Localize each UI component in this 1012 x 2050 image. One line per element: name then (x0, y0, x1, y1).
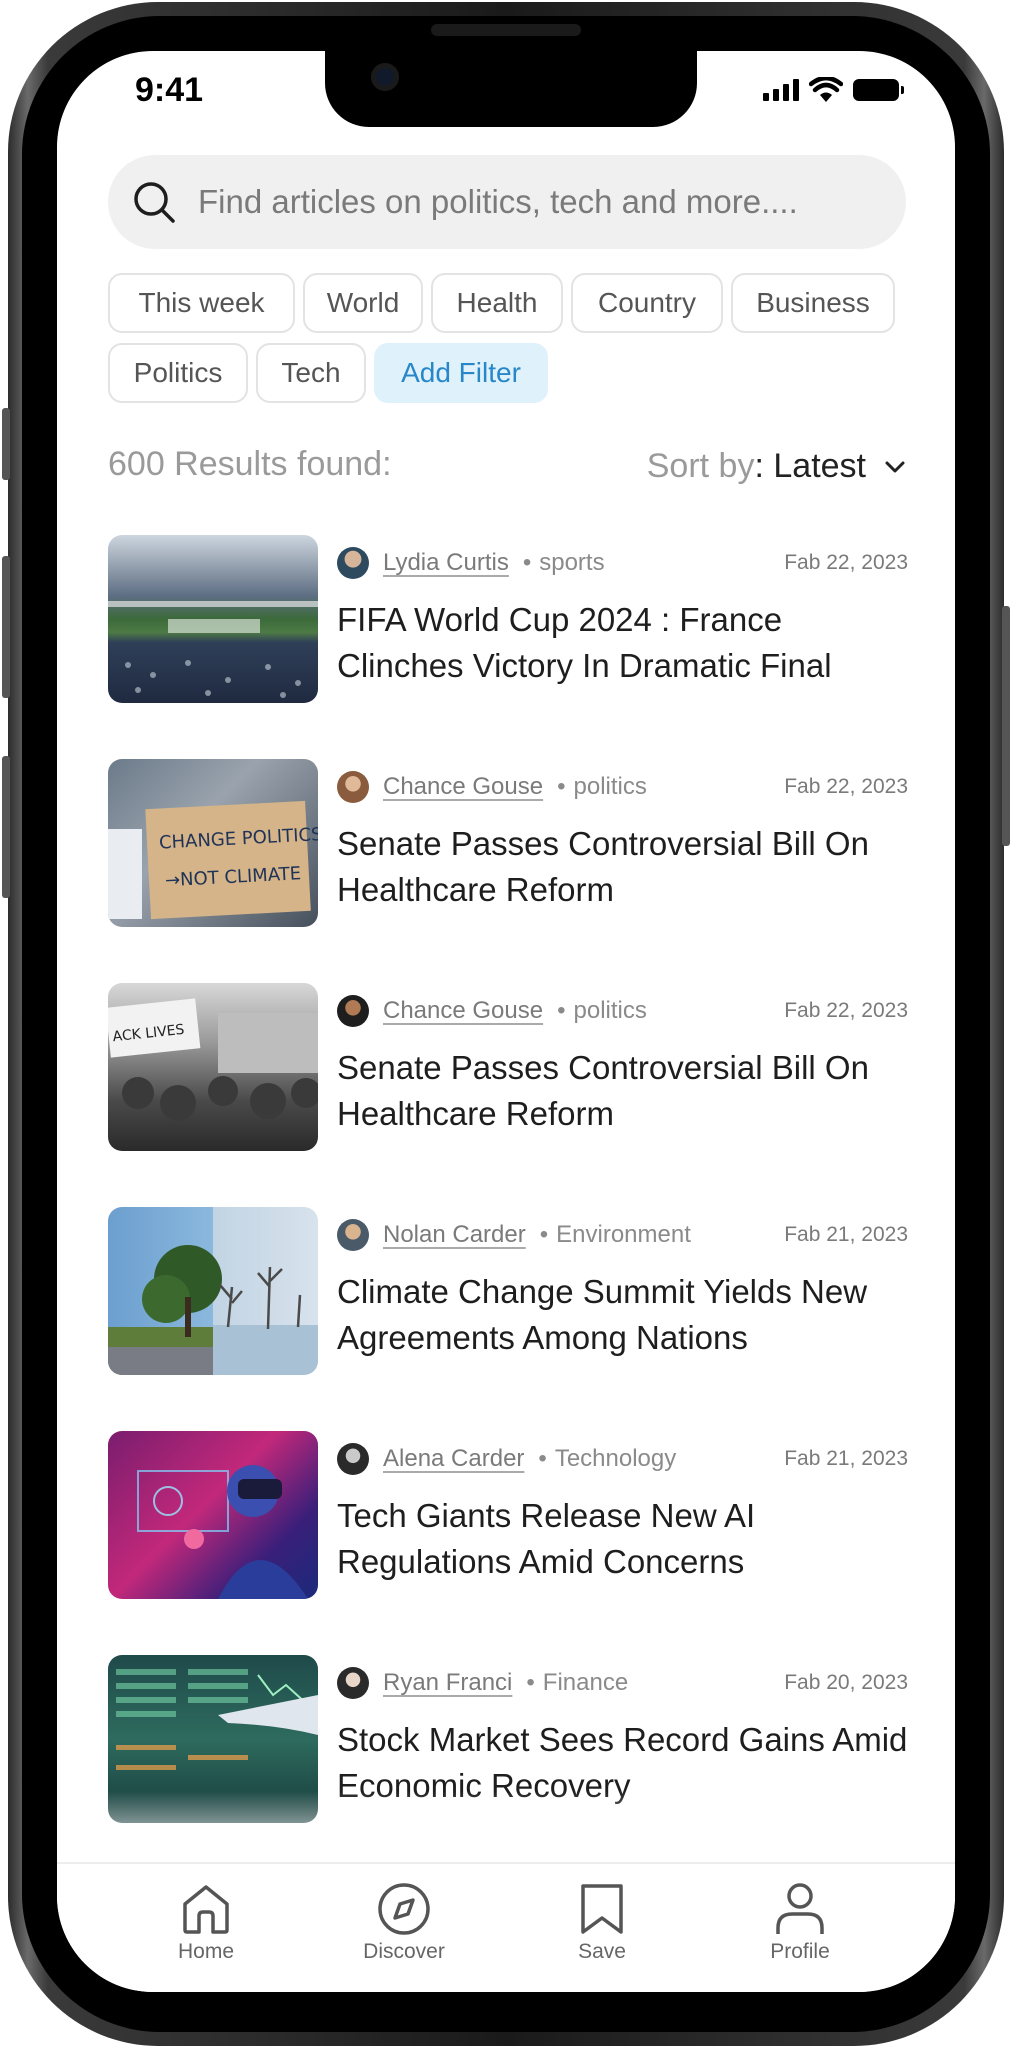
author-link[interactable]: Ryan Franci (383, 1669, 512, 1697)
separator-dot: • (526, 1669, 535, 1696)
filter-chip-this-week[interactable]: This week (108, 273, 295, 333)
article-meta: Nolan Carder • Environment Fab 21, 2023 (337, 1215, 908, 1255)
tab-profile[interactable]: Profile (735, 1882, 865, 1964)
tab-label-profile: Profile (770, 1940, 830, 1963)
tab-discover[interactable]: Discover (339, 1882, 469, 1964)
notch (325, 51, 697, 127)
article-meta: Chance Gouse • politics Fab 22, 2023 (337, 767, 908, 807)
article-card[interactable]: Alena Carder • Technology Fab 21, 2023 T… (108, 1431, 908, 1599)
article-date: Fab 21, 2023 (784, 1447, 908, 1470)
article-card[interactable]: CHANGE POLITICS →NOT CLIMATE Chance Gous… (108, 759, 908, 927)
separator-dot: • (522, 549, 532, 576)
article-thumbnail-protest-sign[interactable]: CHANGE POLITICS →NOT CLIMATE (108, 759, 318, 927)
chevron-down-icon (885, 461, 905, 472)
article-date: Fab 20, 2023 (784, 1671, 908, 1694)
article-card[interactable]: Nolan Carder • Environment Fab 21, 2023 … (108, 1207, 908, 1375)
cellular-signal-icon (763, 79, 799, 101)
speaker-grille (431, 24, 581, 36)
article-date: Fab 22, 2023 (784, 999, 908, 1022)
article-category: Environment (556, 1221, 691, 1248)
article-card[interactable]: Lydia Curtis • sports Fab 22, 2023 FIFA … (108, 535, 908, 703)
article-meta: Lydia Curtis • sports Fab 22, 2023 (337, 543, 908, 583)
home-icon (183, 1885, 229, 1934)
author-link[interactable]: Chance Gouse (383, 997, 543, 1025)
article-card[interactable]: ACK LIVES Chance Gouse • politics Fab 22… (108, 983, 908, 1151)
tab-label-discover: Discover (363, 1940, 445, 1963)
author-link[interactable]: Alena Carder (383, 1445, 524, 1473)
filter-chip-business[interactable]: Business (731, 273, 895, 333)
author-avatar[interactable] (337, 1443, 369, 1475)
article-title[interactable]: Senate Passes Controversial Bill On Heal… (337, 821, 908, 913)
sort-value: Latest (773, 447, 866, 485)
bottom-tab-bar: Home Discover Save Profile (57, 1862, 955, 1992)
status-time: 9:41 (135, 71, 204, 109)
sort-label: Sort by (646, 447, 755, 485)
screen: 9:41 Find articles on politics, tech and… (57, 51, 955, 1992)
wifi-icon (809, 77, 843, 102)
article-title[interactable]: Climate Change Summit Yields New Agreeme… (337, 1269, 908, 1361)
separator-dot: • (538, 1445, 547, 1472)
article-thumbnail-stadium[interactable] (108, 535, 318, 703)
article-category: politics (573, 773, 647, 800)
article-thumbnail-climate[interactable] (108, 1207, 318, 1375)
volume-down-button (2, 756, 10, 898)
article-meta: Alena Carder • Technology Fab 21, 2023 (337, 1439, 908, 1479)
article-date: Fab 22, 2023 (784, 551, 908, 574)
article-category: Finance (542, 1669, 629, 1696)
article-thumbnail-crowd[interactable]: ACK LIVES (108, 983, 318, 1151)
separator-dot: • (557, 773, 566, 800)
search-icon (134, 182, 175, 223)
mute-switch (2, 408, 10, 480)
article-title[interactable]: Tech Giants Release New AI Regulations A… (337, 1493, 908, 1585)
article-date: Fab 22, 2023 (784, 775, 908, 798)
bookmark-icon (581, 1884, 623, 1934)
author-link[interactable]: Nolan Carder (383, 1221, 526, 1249)
author-avatar[interactable] (337, 1219, 369, 1251)
author-avatar[interactable] (337, 1667, 369, 1699)
filter-chip-country[interactable]: Country (571, 273, 723, 333)
tab-label-home: Home (177, 1940, 235, 1963)
filter-chip-politics[interactable]: Politics (108, 343, 248, 403)
compass-icon (378, 1883, 430, 1935)
author-link[interactable]: Lydia Curtis (383, 549, 509, 577)
list-fade-overlay (57, 1791, 955, 1861)
separator-dot: • (557, 997, 566, 1024)
filter-chip-world[interactable]: World (303, 273, 423, 333)
article-thumbnail-vr-tech[interactable] (108, 1431, 318, 1599)
author-avatar[interactable] (337, 547, 369, 579)
profile-icon (776, 1883, 824, 1934)
tab-home[interactable]: Home (141, 1882, 271, 1964)
tab-save[interactable]: Save (537, 1882, 667, 1964)
sort-dropdown[interactable]: Sort by : Latest (647, 447, 906, 486)
status-icons (763, 77, 904, 103)
filter-chip-health[interactable]: Health (431, 273, 563, 333)
tab-label-save: Save (578, 1940, 626, 1963)
add-filter-button[interactable]: Add Filter (374, 343, 548, 403)
article-category: Technology (554, 1445, 677, 1472)
battery-icon (853, 79, 904, 101)
search-input[interactable]: Find articles on politics, tech and more… (198, 183, 798, 221)
search-bar[interactable]: Find articles on politics, tech and more… (108, 155, 906, 249)
article-meta: Chance Gouse • politics Fab 22, 2023 (337, 991, 908, 1031)
author-avatar[interactable] (337, 771, 369, 803)
results-count: 600 Results found: (108, 445, 392, 483)
author-avatar[interactable] (337, 995, 369, 1027)
power-button (1002, 606, 1010, 846)
article-category: politics (573, 997, 647, 1024)
front-camera (371, 63, 399, 91)
article-title[interactable]: Senate Passes Controversial Bill On Heal… (337, 1045, 908, 1137)
article-date: Fab 21, 2023 (784, 1223, 908, 1246)
article-title[interactable]: FIFA World Cup 2024 : France Clinches Vi… (337, 597, 908, 689)
volume-up-button (2, 556, 10, 698)
article-category: sports (539, 549, 605, 576)
filter-chip-tech[interactable]: Tech (256, 343, 366, 403)
separator-dot: • (539, 1221, 549, 1248)
author-link[interactable]: Chance Gouse (383, 773, 543, 801)
article-meta: Ryan Franci • Finance Fab 20, 2023 (337, 1663, 908, 1703)
